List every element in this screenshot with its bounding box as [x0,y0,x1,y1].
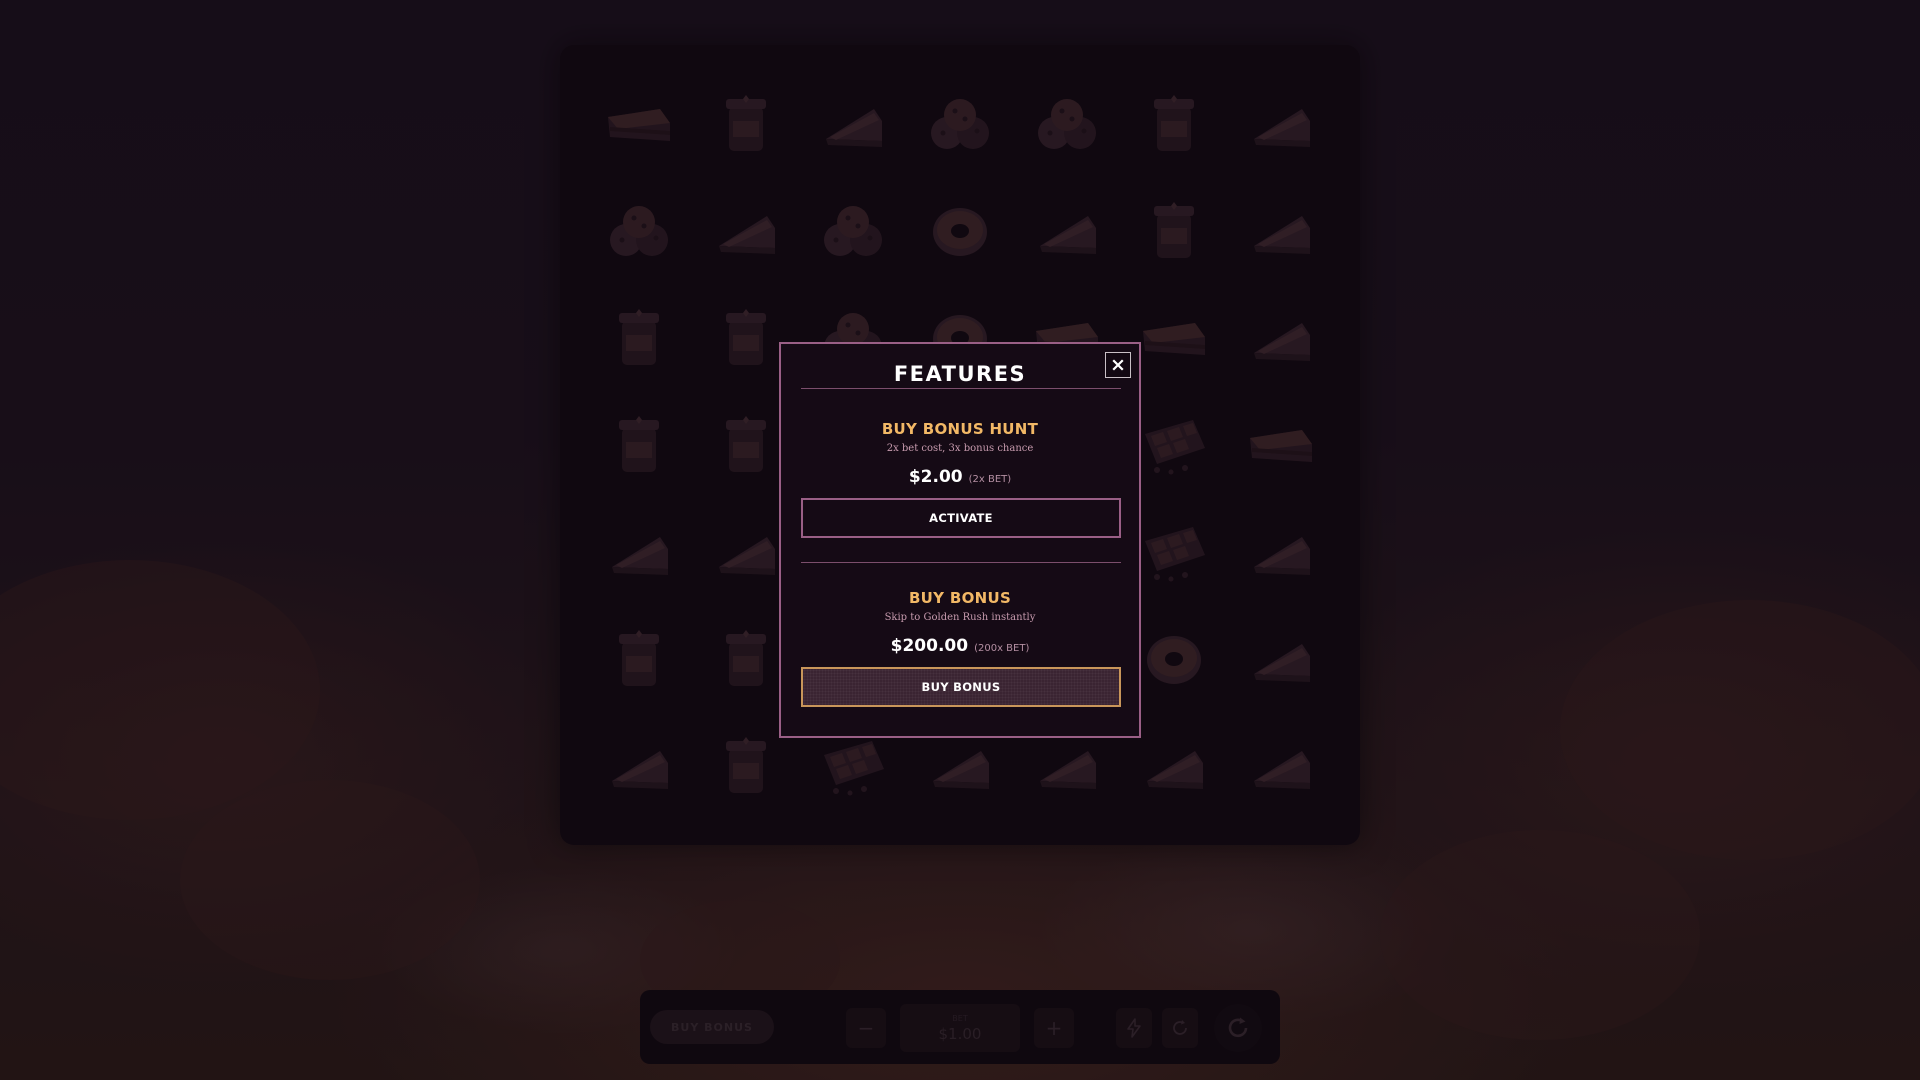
bonus-hunt-title: BUY BONUS HUNT [881,420,1039,438]
bonus-hunt-multiplier: (2x BET) [968,474,1012,485]
buy-bonus-title: BUY BONUS [908,589,1012,607]
buy-bonus-button[interactable]: BUY BONUS [801,667,1121,707]
buy-bonus-price-row: $200.00 (200x BET) [781,636,1139,656]
close-button[interactable] [1105,352,1131,378]
buy-bonus-multiplier: (200x BET) [974,643,1030,654]
modal-title: FEATURES [893,362,1027,386]
title-divider [801,388,1121,389]
activate-button[interactable]: ACTIVATE [801,498,1121,538]
features-modal: FEATURES BUY BONUS HUNT 2x bet cost, 3x … [779,342,1141,738]
buy-bonus-price: $200.00 [890,636,969,656]
close-icon [1112,359,1124,371]
bonus-hunt-description: 2x bet cost, 3x bonus chance [886,443,1034,454]
buy-bonus-description: Skip to Golden Rush instantly [884,612,1036,623]
section-divider [801,562,1121,563]
bonus-hunt-price-row: $2.00 (2x BET) [781,467,1139,487]
bonus-hunt-price: $2.00 [908,467,963,487]
